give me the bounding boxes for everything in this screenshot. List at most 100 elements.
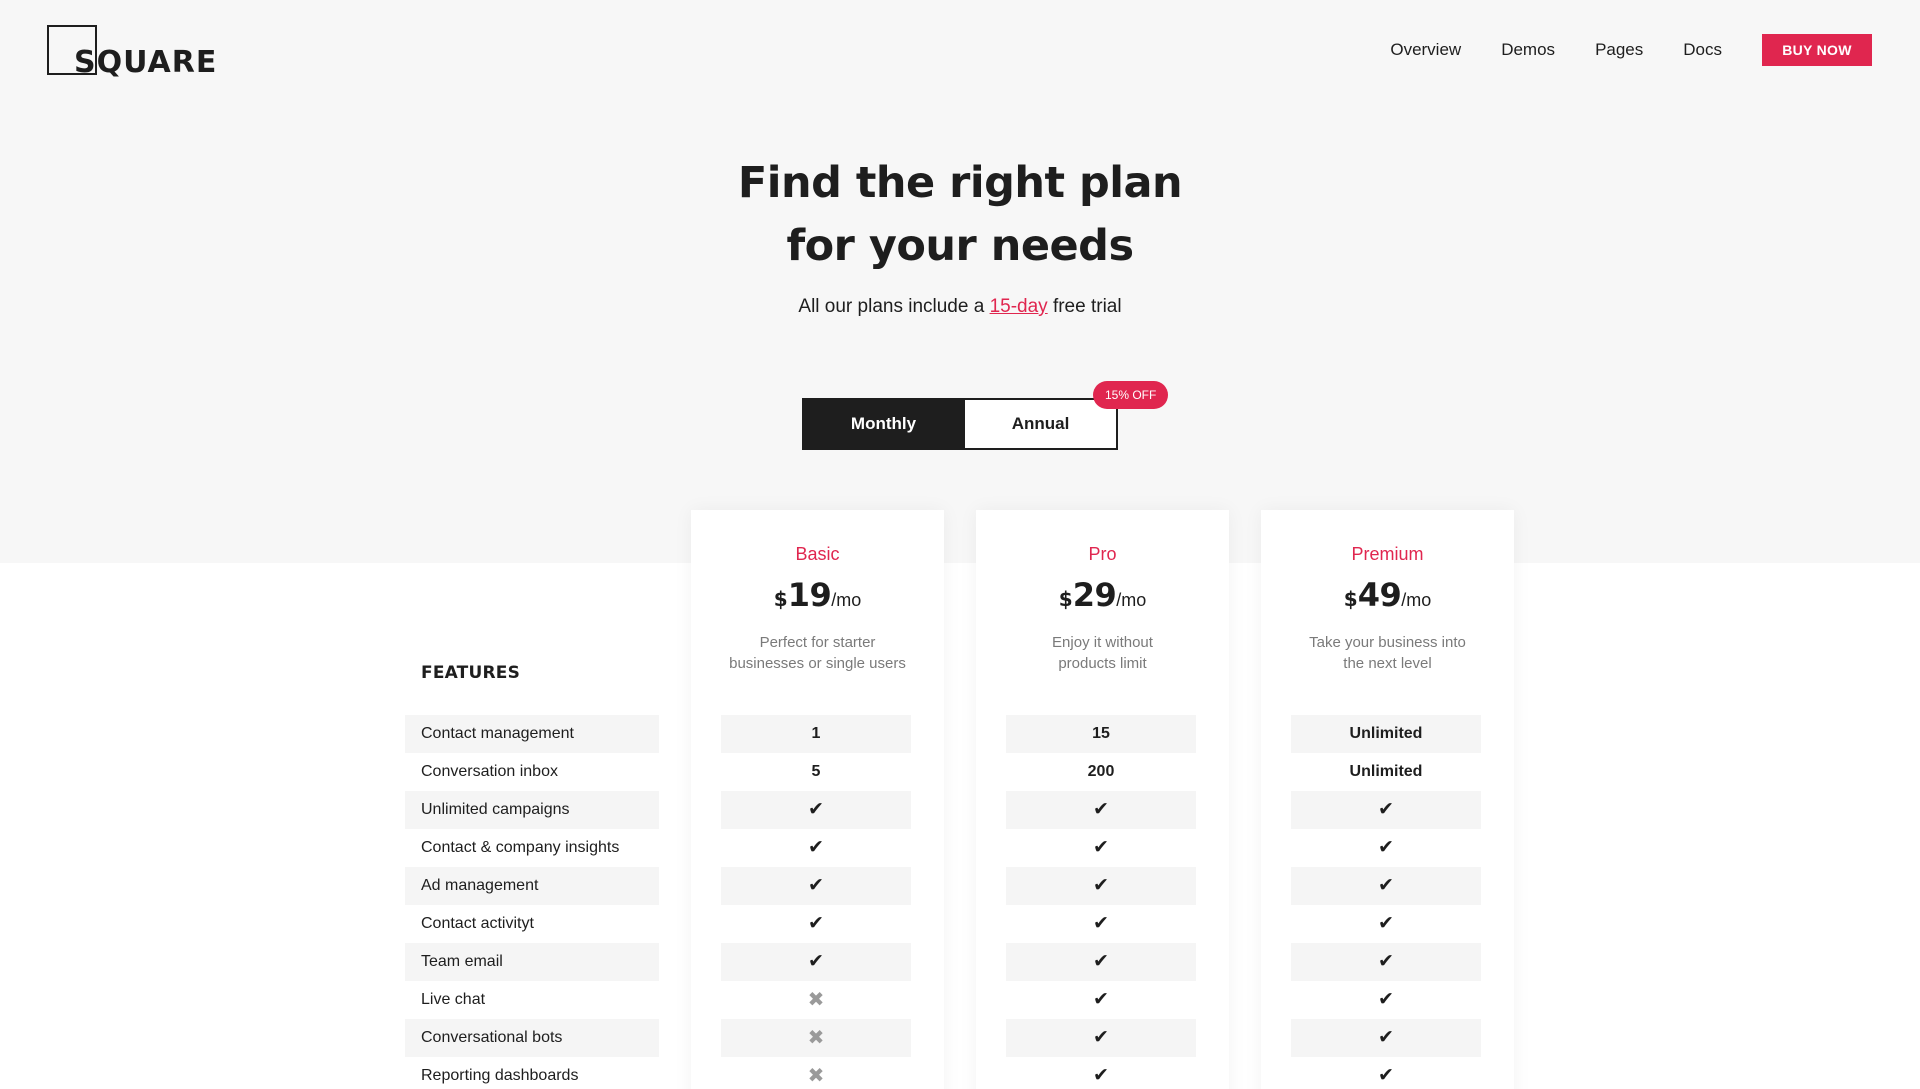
check-icon: ✔: [1378, 837, 1394, 858]
plan-feature-included: ✔: [721, 943, 911, 981]
plan-feature-included: ✔: [721, 905, 911, 943]
buy-now-button[interactable]: BUY NOW: [1762, 34, 1872, 66]
price-currency: $: [1058, 587, 1073, 611]
plan-feature-value: 5: [811, 763, 821, 780]
plan-feature-included: ✔: [721, 791, 911, 829]
plan-card-premium: Premium $49/mo Take your business into t…: [1261, 510, 1514, 1089]
check-icon: ✔: [808, 837, 824, 858]
check-icon: ✔: [808, 913, 824, 934]
check-icon: ✔: [1093, 1065, 1109, 1086]
plan-description: Perfect for starter businesses or single…: [717, 632, 918, 674]
feature-row: Live chat: [421, 991, 486, 1008]
features-heading: FEATURES: [421, 663, 521, 683]
discount-badge: 15% OFF: [1093, 381, 1169, 409]
feature-row: Contact activityt: [421, 915, 534, 932]
check-icon: ✔: [808, 951, 824, 972]
plan-feature-value: 200: [1087, 763, 1115, 780]
nav-link-pages[interactable]: Pages: [1595, 40, 1643, 60]
price-period: /mo: [1401, 590, 1432, 610]
check-icon: ✔: [1093, 837, 1109, 858]
price-amount: 49: [1357, 576, 1402, 614]
plan-feature-included: ✔: [1006, 981, 1196, 1019]
feature-row: Conversation inbox: [421, 763, 558, 780]
plan-description-line-2: businesses or single users: [729, 655, 906, 672]
plan-feature-included: ✔: [1006, 943, 1196, 981]
check-icon: ✔: [1378, 913, 1394, 934]
nav-link-demos[interactable]: Demos: [1501, 40, 1555, 60]
check-icon: ✔: [1093, 1027, 1109, 1048]
page-title: Find the right plan for your needs: [0, 152, 1920, 278]
plan-feature-included: ✔: [1291, 791, 1481, 829]
hero-subtitle-before: All our plans include a: [798, 296, 990, 317]
feature-row: Contact & company insights: [421, 839, 620, 856]
check-icon: ✔: [1378, 989, 1394, 1010]
plan-feature-excluded: ✖: [721, 1019, 911, 1057]
price-amount: 19: [787, 576, 832, 614]
price-amount: 29: [1072, 576, 1117, 614]
plan-feature-included: ✔: [1291, 1057, 1481, 1089]
plan-feature-excluded: ✖: [721, 1057, 911, 1089]
plan-feature-included: ✔: [1291, 829, 1481, 867]
plan-feature-included: ✔: [1291, 943, 1481, 981]
nav-link-overview[interactable]: Overview: [1390, 40, 1461, 60]
feature-row: Contact management: [405, 715, 659, 753]
toggle-monthly[interactable]: Monthly: [802, 398, 965, 450]
logo-text: SQUARE: [74, 45, 218, 80]
plan-feature-value: Unlimited: [1291, 715, 1481, 753]
plan-feature-included: ✔: [1006, 829, 1196, 867]
plan-name: Pro: [1088, 544, 1117, 564]
plan-price: $49/mo: [1261, 576, 1514, 614]
plan-feature-value: 1: [721, 715, 911, 753]
plan-price: $29/mo: [976, 576, 1229, 614]
plan-feature-value: 15: [1006, 715, 1196, 753]
main-nav: Overview Demos Pages Docs BUY NOW: [1390, 34, 1872, 66]
hero-subtitle-after: free trial: [1047, 296, 1122, 317]
check-icon: ✔: [1093, 875, 1109, 896]
check-icon: ✔: [1093, 913, 1109, 934]
logo[interactable]: SQUARE: [47, 25, 218, 80]
plan-feature-excluded: ✖: [721, 981, 911, 1019]
plan-feature-included: ✔: [1291, 867, 1481, 905]
plan-description-line-2: the next level: [1343, 655, 1432, 672]
feature-row: Ad management: [405, 867, 659, 905]
price-period: /mo: [1116, 590, 1147, 610]
check-icon: ✔: [808, 799, 824, 820]
feature-row: Conversational bots: [405, 1019, 659, 1057]
site-header: SQUARE Overview Demos Pages Docs BUY NOW: [0, 0, 1920, 100]
price-currency: $: [773, 587, 788, 611]
plan-description-line-1: Take your business into: [1309, 634, 1466, 651]
trial-link[interactable]: 15-day: [990, 296, 1048, 317]
nav-link-docs[interactable]: Docs: [1683, 40, 1722, 60]
plan-card-pro: Pro $29/mo Enjoy it without products lim…: [976, 510, 1229, 1089]
check-icon: ✔: [1093, 989, 1109, 1010]
plan-name: Basic: [795, 544, 840, 564]
check-icon: ✔: [808, 875, 824, 896]
plan-feature-included: ✔: [1006, 905, 1196, 943]
check-icon: ✔: [1378, 1065, 1394, 1086]
plan-feature-included: ✔: [1006, 1019, 1196, 1057]
check-icon: ✔: [1093, 951, 1109, 972]
plan-feature-value: Unlimited: [1349, 763, 1423, 780]
check-icon: ✔: [1378, 875, 1394, 896]
hero-subtitle: All our plans include a 15-day free tria…: [0, 296, 1920, 318]
plan-feature-included: ✔: [1291, 1019, 1481, 1057]
feature-row: Reporting dashboards: [421, 1067, 579, 1084]
price-currency: $: [1343, 587, 1358, 611]
billing-toggle: Monthly Annual: [802, 398, 1118, 450]
page-title-line-2: for your needs: [786, 221, 1134, 271]
page-title-line-1: Find the right plan: [737, 158, 1183, 208]
toggle-annual[interactable]: Annual: [965, 398, 1118, 450]
plan-name: Premium: [1351, 544, 1424, 564]
plan-feature-included: ✔: [721, 867, 911, 905]
check-icon: ✔: [1378, 799, 1394, 820]
plan-description-line-1: Enjoy it without: [1052, 634, 1153, 651]
price-period: /mo: [831, 590, 862, 610]
check-icon: ✔: [1378, 951, 1394, 972]
check-icon: ✔: [1093, 799, 1109, 820]
cross-icon: ✖: [807, 1065, 825, 1087]
plan-feature-included: ✔: [1006, 1057, 1196, 1089]
plan-feature-included: ✔: [721, 829, 911, 867]
plan-feature-included: ✔: [1006, 867, 1196, 905]
check-icon: ✔: [1378, 1027, 1394, 1048]
cross-icon: ✖: [807, 1027, 825, 1049]
